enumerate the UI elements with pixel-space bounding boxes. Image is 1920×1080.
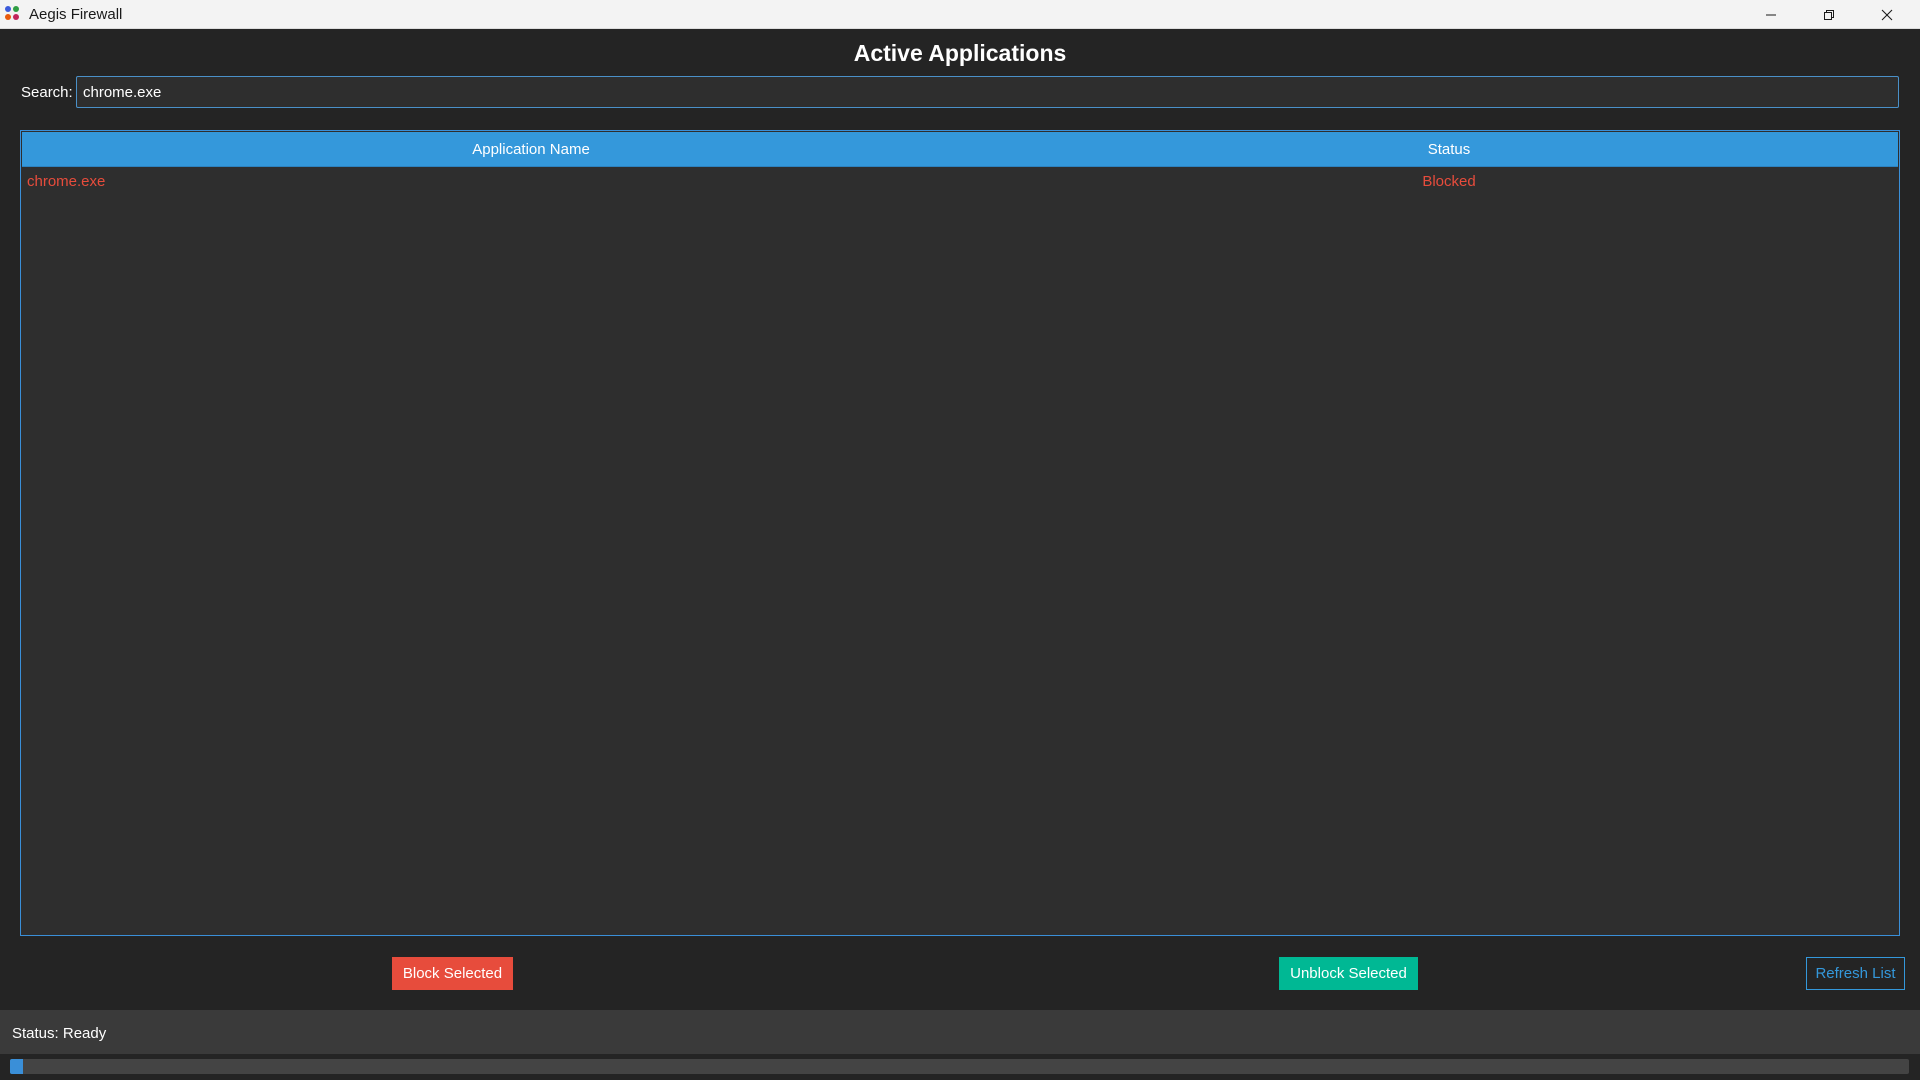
restore-button[interactable] xyxy=(1800,0,1858,29)
close-icon xyxy=(1881,9,1893,21)
minimize-icon xyxy=(1765,9,1777,21)
search-input[interactable] xyxy=(76,76,1899,108)
cell-application-name: chrome.exe xyxy=(27,173,106,190)
app-window: Aegis Firewall Active Applications Searc… xyxy=(0,0,1920,1080)
unblock-selected-button[interactable]: Unblock Selected xyxy=(1279,957,1418,990)
table-header: Application Name Status xyxy=(22,132,1898,167)
title-bar: Aegis Firewall xyxy=(0,0,1920,29)
cell-status: Blocked xyxy=(1422,173,1476,190)
search-label: Search: xyxy=(21,84,73,101)
progress-fill xyxy=(10,1059,24,1074)
page-title: Active Applications xyxy=(853,40,1067,66)
refresh-list-button[interactable]: Refresh List xyxy=(1806,957,1905,990)
block-selected-button[interactable]: Block Selected xyxy=(392,957,513,990)
minimize-button[interactable] xyxy=(1742,0,1800,29)
window-title: Aegis Firewall xyxy=(29,6,123,23)
column-header-application-name[interactable]: Application Name xyxy=(472,141,590,158)
restore-icon xyxy=(1823,9,1835,21)
status-bar: Status: Ready xyxy=(0,1010,1920,1054)
column-header-status[interactable]: Status xyxy=(1428,141,1471,158)
table-row[interactable]: chrome.exe Blocked xyxy=(22,168,1898,194)
app-logo-icon xyxy=(5,6,21,22)
close-button[interactable] xyxy=(1858,0,1916,29)
progress-bar xyxy=(10,1059,1909,1074)
applications-table: Application Name Status chrome.exe Block… xyxy=(20,130,1900,936)
status-text: Status: Ready xyxy=(12,1025,107,1042)
